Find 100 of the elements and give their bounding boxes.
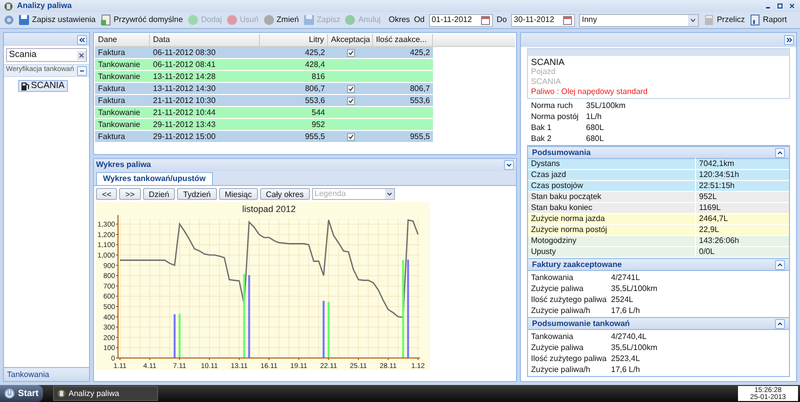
toolbar-button[interactable]: Zapisz ustawienia bbox=[18, 14, 96, 26]
period-button[interactable]: Tydzień bbox=[177, 188, 217, 200]
table-cell-text: 21-11-2012 10:44 bbox=[152, 106, 217, 118]
toolbar-button[interactable]: Przywróć domyślne bbox=[100, 14, 183, 26]
column-header[interactable]: Ilość zaakce... bbox=[373, 34, 433, 46]
table-cell-text: 29-11-2012 15:00 bbox=[152, 130, 217, 142]
checkbox[interactable] bbox=[346, 84, 354, 92]
table-cell-text: 428,4 bbox=[304, 58, 326, 70]
spec-value: 680L bbox=[586, 122, 604, 134]
from-date-field[interactable]: 01-11-2012 bbox=[428, 14, 493, 26]
vehicle-name: SCANIA bbox=[531, 57, 566, 67]
stat-value: 2523,4L bbox=[611, 352, 640, 364]
table-cell-text: 544 bbox=[310, 106, 326, 118]
period-button[interactable]: << bbox=[96, 188, 118, 200]
summary-value: 22,9L bbox=[698, 224, 720, 236]
toolbar-button[interactable]: Raport bbox=[748, 14, 787, 26]
checkbox[interactable] bbox=[346, 132, 354, 140]
stat-value: 2524L bbox=[611, 294, 634, 306]
collapse-icon[interactable] bbox=[504, 160, 514, 170]
summary-value: 22:51:15h bbox=[698, 180, 736, 192]
summary-value: 143:26:06h bbox=[698, 235, 740, 247]
to-label: Do bbox=[496, 14, 507, 26]
column-header[interactable]: Dane bbox=[95, 34, 150, 46]
period-button[interactable]: Dzień bbox=[142, 188, 176, 200]
taskbar-item[interactable]: Analizy paliwa bbox=[52, 386, 158, 401]
period-button[interactable]: Cały okres bbox=[260, 188, 310, 200]
stat-label: Zużycie paliwa bbox=[531, 342, 584, 354]
table-cell-text: Faktura bbox=[97, 130, 126, 142]
range-select[interactable]: Inny bbox=[578, 14, 699, 26]
table-cell-text: 816 bbox=[310, 70, 326, 82]
stat-label: Ilość zużytego paliwa bbox=[531, 352, 608, 364]
stat-label: Zużycie paliwa/h bbox=[531, 364, 592, 376]
spec-label: Bak 2 bbox=[531, 132, 552, 144]
toolbar-button[interactable]: Zmień bbox=[262, 14, 299, 26]
summary-value: 952L bbox=[698, 191, 718, 203]
table-cell-text: 955,5 bbox=[304, 130, 326, 142]
spec-label: Bak 1 bbox=[531, 122, 552, 134]
period-button[interactable]: Miesiąc bbox=[218, 188, 258, 200]
table-row[interactable]: Faktura 29-11-2012 15:00 955,5 955,5 bbox=[95, 131, 433, 143]
search-field[interactable]: Scania bbox=[6, 48, 87, 62]
fuel-pump-icon bbox=[21, 82, 29, 90]
table-cell-text: Tankowanie bbox=[97, 70, 142, 82]
table-row[interactable]: Tankowanie 21-11-2012 10:44 544 bbox=[95, 107, 433, 119]
table-cell-text: 952 bbox=[310, 118, 326, 130]
stat-label: Ilość zużytego paliwa bbox=[531, 294, 608, 306]
spec-label: Norma ruch bbox=[531, 100, 574, 112]
collapse-icon[interactable] bbox=[77, 66, 87, 76]
table-cell-text: 06-11-2012 08:41 bbox=[152, 58, 217, 70]
period-button[interactable]: >> bbox=[119, 188, 141, 200]
calendar-icon[interactable] bbox=[562, 16, 572, 24]
chart-document-icon bbox=[748, 14, 761, 26]
collapse-icon[interactable] bbox=[775, 318, 785, 328]
from-label: Od bbox=[414, 14, 425, 26]
table-row[interactable]: Faktura 13-11-2012 14:30 806,7 806,7 bbox=[95, 83, 433, 95]
table-cell-text: 21-11-2012 10:30 bbox=[152, 94, 217, 106]
table-cell-text: Tankowanie bbox=[97, 118, 142, 130]
tree-item[interactable]: SCANIA bbox=[18, 80, 68, 92]
column-header[interactable]: Litry bbox=[260, 34, 328, 46]
clear-icon[interactable] bbox=[77, 50, 86, 60]
table-cell-text: 806,7 bbox=[304, 82, 326, 94]
start-button[interactable]: Start bbox=[0, 385, 43, 402]
dropdown-icon[interactable] bbox=[688, 14, 698, 26]
summary-value: 2464,7L bbox=[698, 213, 729, 225]
table-row[interactable]: Tankowanie 06-11-2012 08:41 428,4 bbox=[95, 59, 433, 71]
column-header[interactable]: Akceptacja bbox=[328, 34, 373, 46]
section-title: Podsumowanie tankowań bbox=[532, 318, 630, 330]
sidebar-footer[interactable]: Tankowania bbox=[4, 367, 89, 381]
table-row[interactable]: Faktura 21-11-2012 10:30 553,6 553,6 bbox=[95, 95, 433, 107]
refuel-bar bbox=[328, 302, 330, 358]
restore-icon[interactable] bbox=[776, 2, 784, 10]
calendar-icon[interactable] bbox=[480, 16, 490, 24]
table-cell-text: 425,2 bbox=[304, 46, 326, 58]
collapse-left-icon[interactable] bbox=[77, 34, 87, 44]
dropdown-icon[interactable] bbox=[384, 189, 394, 199]
checkbox[interactable] bbox=[346, 96, 354, 104]
document-icon bbox=[100, 14, 112, 26]
refuel-bar bbox=[174, 314, 176, 358]
app-icon bbox=[56, 389, 66, 398]
checkbox[interactable] bbox=[346, 48, 354, 56]
table-cell-text: 955,5 bbox=[408, 130, 431, 142]
vehicle-type-label: Pojazd bbox=[531, 67, 556, 77]
floppy-icon bbox=[302, 14, 315, 26]
circle-icon bbox=[344, 14, 356, 26]
table-row[interactable]: Faktura 06-11-2012 08:30 425,2 425,2 bbox=[95, 47, 433, 59]
chart-tab[interactable]: Wykres tankowań/upustów bbox=[96, 172, 213, 185]
table-cell-text: Tankowanie bbox=[97, 106, 142, 118]
to-date-field[interactable]: 30-11-2012 bbox=[510, 14, 575, 26]
stat-value: 17,6 L/h bbox=[611, 304, 640, 316]
table-row[interactable]: Tankowanie 13-11-2012 14:28 816 bbox=[95, 71, 433, 83]
expand-right-icon[interactable] bbox=[784, 35, 794, 45]
stat-label: Tankowania bbox=[531, 272, 574, 284]
collapse-icon[interactable] bbox=[775, 260, 785, 270]
spec-label: Norma postój bbox=[531, 110, 580, 122]
collapse-icon[interactable] bbox=[775, 148, 785, 158]
toolbar-button[interactable]: Przelicz bbox=[702, 14, 745, 26]
table-row[interactable]: Tankowanie 29-11-2012 13:43 952 bbox=[95, 119, 433, 131]
close-icon[interactable] bbox=[788, 2, 796, 10]
floppy-icon bbox=[18, 14, 30, 26]
column-header[interactable]: Data bbox=[150, 34, 260, 46]
stat-value: 17,6 L/h bbox=[611, 364, 640, 376]
